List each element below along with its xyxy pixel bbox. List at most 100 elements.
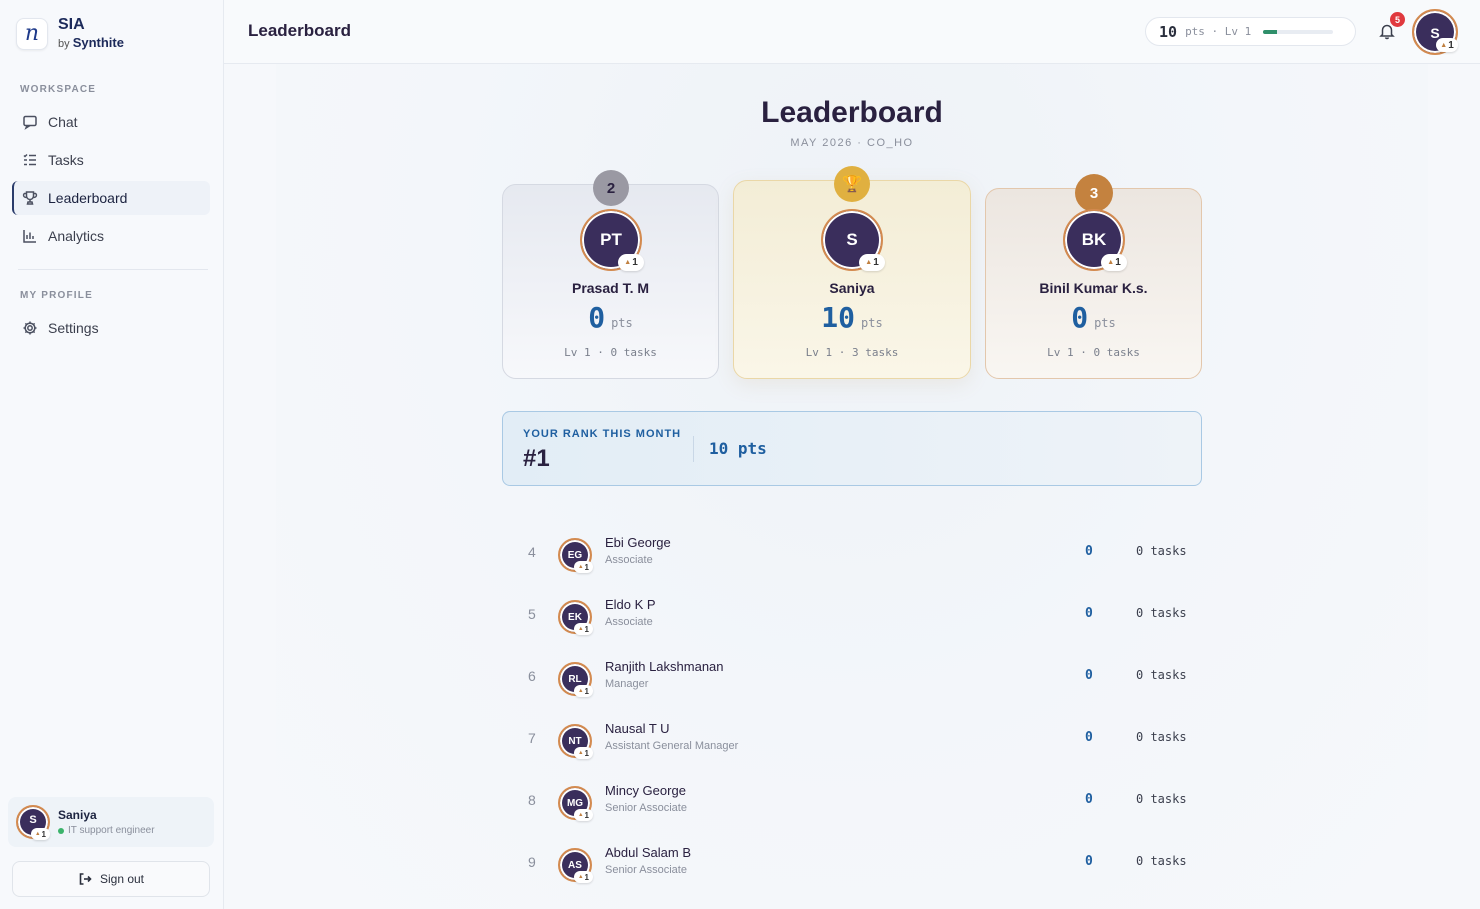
your-rank-card: YOUR RANK THIS MONTH #1 10 pts	[502, 411, 1202, 486]
trophy-icon: 🏆	[834, 166, 870, 202]
header-avatar[interactable]: S ▲ 1	[1412, 9, 1458, 55]
sidebar-item-leaderboard[interactable]: Leaderboard	[12, 181, 210, 215]
my-profile-label: MY PROFILE	[20, 290, 93, 301]
leaderboard-subtitle: MAY 2026 · CO_HO	[790, 137, 914, 149]
podium-second[interactable]: 2 PT ▲ 1 Prasad T. M 0 pts Lv 1 · 0 tasks	[502, 170, 719, 379]
row-points: 0	[1085, 668, 1093, 683]
avatar-initials: PT	[600, 230, 622, 249]
table-row[interactable]: 4 EG ▲ 1 Ebi George Associate 0 0 tasks	[502, 523, 1202, 585]
podium-points: 0 pts	[986, 301, 1201, 334]
level-badge: ▲ 1	[31, 828, 50, 840]
podium-points: 10 pts	[734, 301, 970, 334]
level-value: 1	[584, 748, 589, 758]
sidebar-divider	[18, 269, 208, 270]
sidebar-item-tasks[interactable]: Tasks	[12, 143, 210, 177]
row-name: Ranjith Lakshmanan	[605, 659, 724, 674]
header-points: 10	[1159, 22, 1178, 41]
row-name: Mincy George	[605, 783, 686, 798]
row-role: Assistant General Manager	[605, 740, 739, 752]
avatar: AS ▲ 1	[558, 848, 593, 883]
points-value: 0	[1071, 301, 1089, 334]
sidebar-item-label: Leaderboard	[48, 190, 128, 206]
level-value: 1	[584, 562, 589, 572]
level-badge: ▲ 1	[574, 871, 593, 883]
table-row[interactable]: 6 RL ▲ 1 Ranjith Lakshmanan Manager 0 0 tasks	[502, 647, 1202, 709]
level-value: 1	[41, 829, 46, 839]
sidebar-item-chat[interactable]: Chat	[12, 105, 210, 139]
row-tasks: 0 tasks	[1136, 792, 1187, 806]
podium-name: Saniya	[829, 280, 875, 296]
avatar-initials: S	[29, 814, 37, 826]
avatar-initials: EK	[568, 611, 582, 623]
avatar: BK ▲ 1	[1063, 209, 1127, 271]
sign-out-button[interactable]: Sign out	[12, 861, 210, 897]
chat-icon	[23, 115, 37, 130]
sidebar-item-settings[interactable]: Settings	[12, 311, 210, 345]
row-tasks: 0 tasks	[1136, 668, 1187, 682]
avatar-initials: RL	[568, 673, 582, 685]
top-header: Leaderboard 10 pts · Lv 1 5 S ▲ 1	[224, 0, 1480, 64]
sidebar-item-label: Analytics	[48, 228, 105, 244]
podium-points: 0 pts	[503, 301, 718, 334]
podium-third[interactable]: 3 BK ▲ 1 Binil Kumar K.s. 0 pts Lv 1 · 0 t…	[985, 174, 1202, 379]
points-unit: pts	[1094, 316, 1116, 330]
level-badge: ▲ 1	[859, 254, 885, 271]
row-role: Senior Associate	[605, 802, 687, 814]
brand-byline: by Synthite	[58, 36, 124, 51]
avatar: S ▲ 1	[821, 209, 885, 271]
avatar: EK ▲ 1	[558, 600, 593, 635]
avatar-initials: S	[846, 230, 858, 249]
sign-out-label: Sign out	[99, 872, 145, 886]
table-row[interactable]: 8 MG ▲ 1 Mincy George Senior Associate 0 0 task…	[502, 771, 1202, 833]
level-badge: ▲ 1	[574, 623, 593, 635]
level-badge: ▲ 1	[1101, 254, 1127, 271]
rank-badge: 2	[593, 170, 629, 206]
your-rank-divider	[693, 436, 694, 462]
avatar: S ▲ 1	[16, 805, 50, 840]
podium-first[interactable]: 🏆 S ▲ 1 Saniya 10 pts Lv 1 · 3 tasks	[733, 166, 971, 379]
row-name: Ebi George	[605, 535, 671, 550]
podium-name: Prasad T. M	[571, 280, 650, 296]
level-value: 1	[873, 257, 879, 268]
leaderboard-title: Leaderboard	[761, 96, 943, 129]
page-title: Leaderboard	[248, 21, 351, 40]
points-value: 0	[588, 301, 606, 334]
level-progress-bar	[1263, 29, 1334, 34]
row-role: Associate	[605, 554, 653, 566]
logo-icon: n	[16, 17, 48, 50]
row-tasks: 0 tasks	[1136, 854, 1187, 868]
points-pill[interactable]: 10 pts · Lv 1	[1145, 17, 1356, 46]
row-name: Nausal T U	[605, 721, 670, 736]
your-rank-label: YOUR RANK THIS MONTH	[523, 428, 682, 440]
user-role: IT support engineer	[58, 825, 155, 836]
table-row[interactable]: 9 AS ▲ 1 Abdul Salam B Senior Associate 0 0 tas…	[502, 833, 1202, 895]
avatar: RL ▲ 1	[558, 662, 593, 697]
avatar-initials: MG	[566, 797, 584, 809]
workspace-label: WORKSPACE	[20, 84, 97, 95]
row-rank: 5	[528, 606, 536, 622]
analytics-icon	[23, 230, 36, 243]
table-row[interactable]: 7 NT ▲ 1 Nausal T U Assistant General Manager…	[502, 709, 1202, 771]
sidebar-item-label: Chat	[48, 114, 78, 130]
row-points: 0	[1085, 730, 1093, 745]
online-status-icon	[58, 827, 64, 834]
row-rank: 4	[528, 544, 536, 560]
level-value: 1	[584, 872, 589, 882]
level-badge: ▲ 1	[1436, 38, 1458, 52]
avatar: NT ▲ 1	[558, 724, 593, 759]
sidebar: n SIA by Synthite WORKSPACE Chat Tasks L…	[0, 0, 224, 909]
user-card[interactable]: S ▲ 1 Saniya IT support engineer	[8, 797, 214, 847]
sidebar-item-analytics[interactable]: Analytics	[12, 219, 210, 253]
podium-meta: Lv 1 · 3 tasks	[805, 346, 899, 359]
points-unit: pts	[861, 316, 883, 330]
level-badge: ▲ 1	[574, 809, 593, 821]
row-role: Associate	[605, 616, 653, 628]
row-role: Manager	[605, 678, 649, 690]
avatar-initials: EG	[567, 549, 583, 561]
level-badge: ▲ 1	[574, 685, 593, 697]
brand[interactable]: n SIA by Synthite	[16, 16, 124, 51]
header-points-label: pts · Lv 1	[1185, 25, 1252, 38]
table-row[interactable]: 5 EK ▲ 1 Eldo K P Associate 0 0 tasks	[502, 585, 1202, 647]
rank-badge: 3	[1075, 174, 1113, 212]
your-rank-points: 10 pts	[709, 439, 767, 458]
